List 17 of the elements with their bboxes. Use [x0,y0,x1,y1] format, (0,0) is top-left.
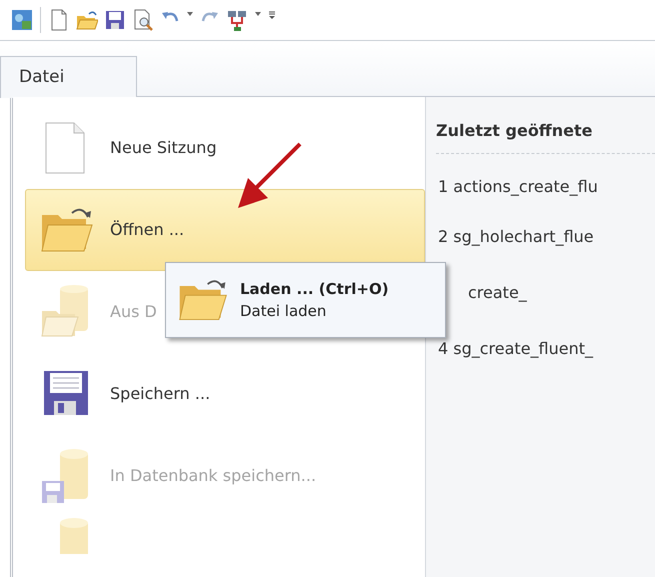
load-submenu[interactable]: Laden ... (Ctrl+O) Datei laden [165,262,446,338]
print-preview-icon[interactable] [132,9,154,31]
open-folder-icon[interactable] [76,9,98,31]
save-icon[interactable] [104,9,126,31]
section-heading: Zuletzt geöffnete [436,119,655,154]
annotation-arrow [238,142,302,208]
menu-item[interactable]: Öffnen ... [25,189,425,271]
menu-item[interactable]: Neue Sitzung [25,107,230,189]
submenu-description: Datei laden [240,301,328,322]
file-tab[interactable]: Datei [0,56,137,98]
menu-item[interactable]: Speichern ... [25,353,224,435]
recent-file-link[interactable]: 1 actions_create_flu [436,162,598,212]
submenu-title: Laden ... (Ctrl+O) [240,278,389,300]
recent-file-link[interactable]: 2 sg_holechart_flue [436,212,594,262]
app-icon[interactable] [11,9,33,31]
network-tools-icon[interactable] [226,9,248,31]
database-icon [60,518,88,554]
